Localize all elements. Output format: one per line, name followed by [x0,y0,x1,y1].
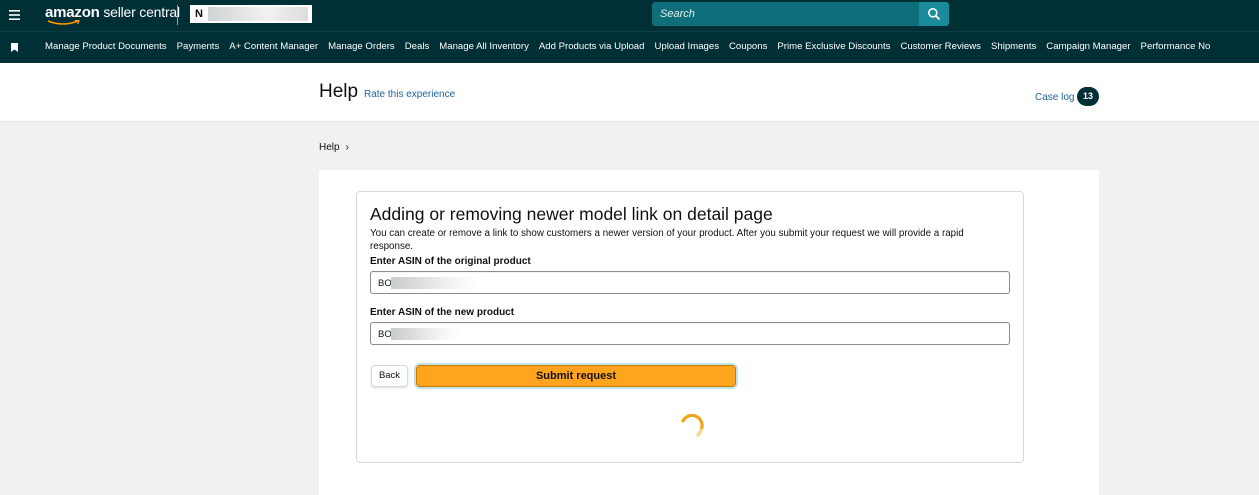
nav-item[interactable]: Deals [405,41,430,52]
help-header: Help Rate this experience Case log 13 [0,63,1259,122]
loading-spinner-icon [681,414,704,437]
nav-item[interactable]: Coupons [729,41,767,52]
nav-item[interactable]: Manage All Inventory [439,41,529,52]
nav-item[interactable]: Campaign Manager [1046,41,1130,52]
breadcrumb: Help › [319,142,349,153]
rate-experience-link[interactable]: Rate this experience [364,89,455,100]
bookmark-icon[interactable] [11,43,18,52]
search-input[interactable] [652,2,920,26]
case-count-badge[interactable]: 13 [1077,87,1099,106]
search-button[interactable] [919,2,949,26]
submit-request-button[interactable]: Submit request [416,365,736,387]
new-asin-value: BO [378,329,392,340]
nav-item[interactable]: Prime Exclusive Discounts [777,41,890,52]
new-asin-redaction [391,328,461,340]
logo-divider [177,5,178,25]
logo-smile-icon [47,20,80,25]
account-name-redaction [208,7,308,21]
account-name: N [195,8,203,20]
form-description: You can create or remove a link to show … [370,228,964,252]
breadcrumb-help[interactable]: Help [319,142,340,153]
search-box [652,2,920,26]
original-asin-input[interactable]: BO [370,271,1010,294]
original-asin-label: Enter ASIN of the original product [370,256,531,267]
nav-item[interactable]: Add Products via Upload [539,41,645,52]
top-bar: amazon seller central N [0,0,1259,31]
new-asin-input[interactable]: BO [370,322,1010,345]
nav-bar: Manage Product Documents Payments A+ Conte… [0,31,1259,63]
nav-item[interactable]: Performance No [1141,41,1211,52]
page-title: Help [319,81,359,102]
nav-item[interactable]: A+ Content Manager [229,41,318,52]
form-title: Adding or removing newer model link on d… [370,204,773,224]
nav-item[interactable]: Customer Reviews [900,41,981,52]
nav-links: Manage Product Documents Payments A+ Conte… [40,41,1215,52]
nav-item[interactable]: Payments [177,41,220,52]
case-log-link[interactable]: Case log [1035,92,1074,103]
back-button[interactable]: Back [371,365,408,387]
original-asin-value: BO [378,278,392,289]
new-asin-label: Enter ASIN of the new product [370,307,515,318]
chevron-right-icon: › [345,142,349,153]
original-asin-redaction [391,277,479,289]
account-switcher[interactable]: N [190,5,312,23]
nav-item[interactable]: Shipments [991,41,1036,52]
nav-item[interactable]: Manage Orders [328,41,395,52]
hamburger-menu-icon[interactable] [6,6,24,24]
search-icon [928,8,941,21]
nav-item[interactable]: Manage Product Documents [45,41,167,52]
nav-item[interactable]: Upload Images [654,41,719,52]
logo-product: seller central [99,4,180,20]
seller-central-logo[interactable]: amazon seller central [45,4,180,25]
logo-brand: amazon [45,4,100,21]
